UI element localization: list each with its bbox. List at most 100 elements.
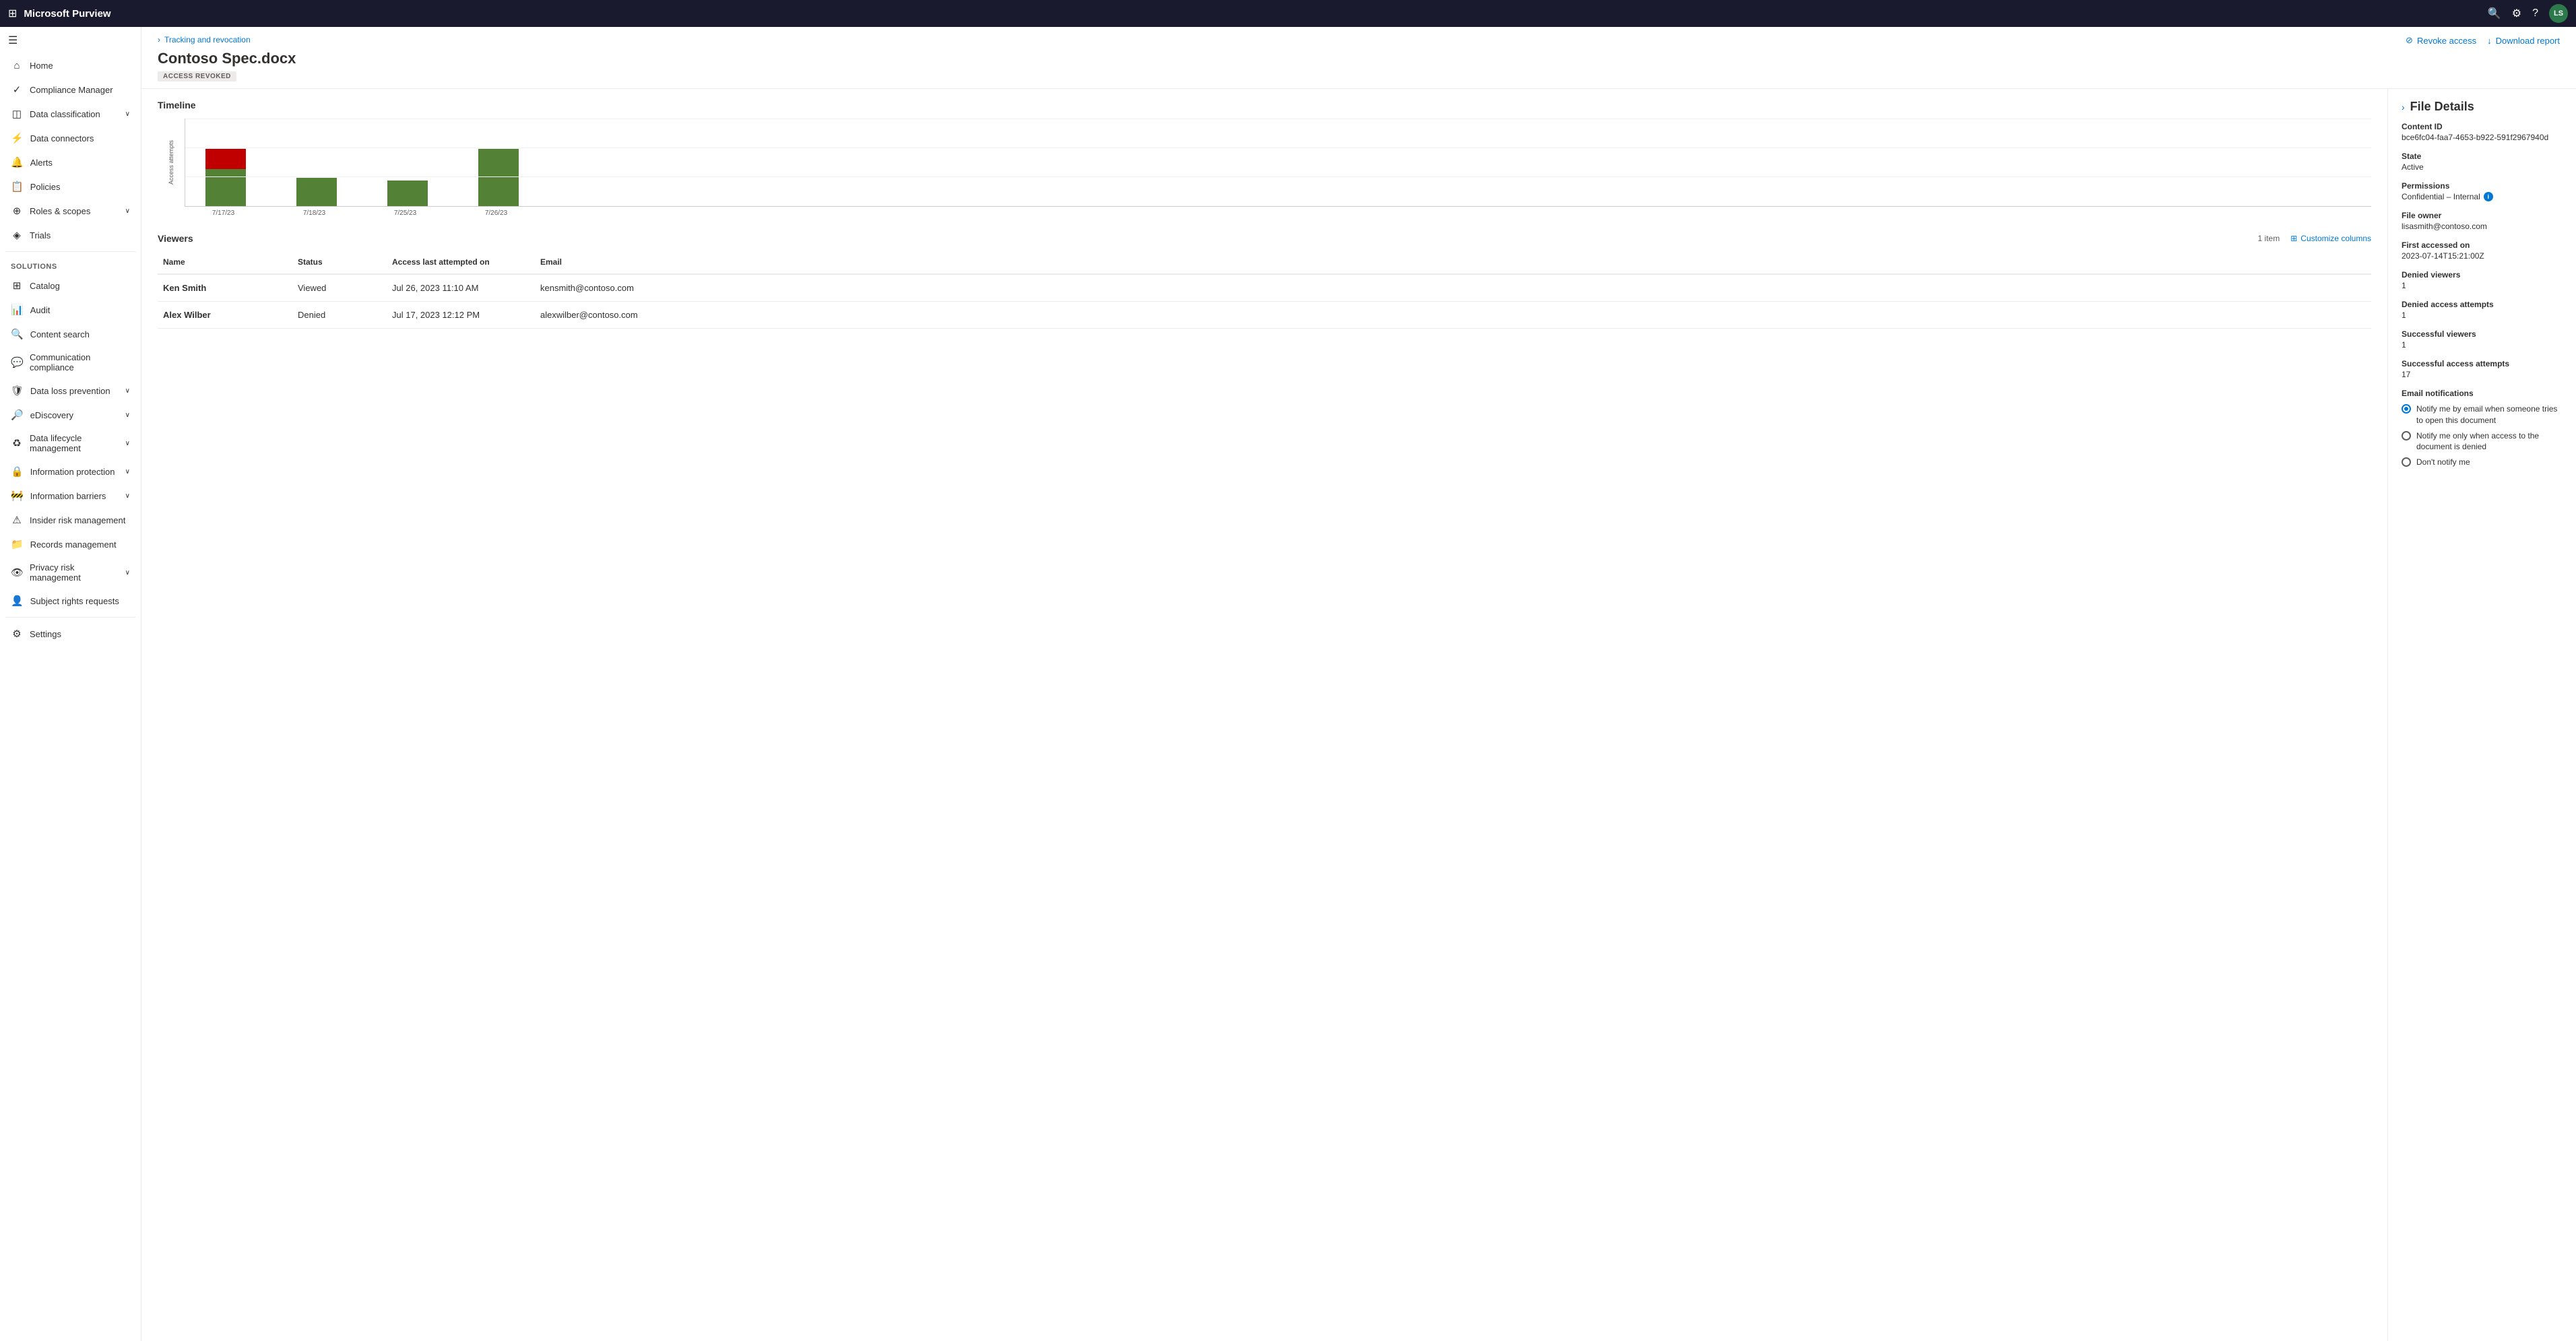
state-group: State Active <box>2402 152 2563 172</box>
file-owner-value: lisasmith@contoso.com <box>2402 222 2563 231</box>
sidebar-item-label: eDiscovery <box>30 410 73 420</box>
sidebar-item-policies[interactable]: 📋 Policies <box>3 175 138 198</box>
app-title: Microsoft Purview <box>24 8 110 20</box>
viewers-count: 1 item <box>2258 234 2280 243</box>
sidebar-item-label: Subject rights requests <box>30 596 119 606</box>
sidebar-item-ediscovery[interactable]: 🔎 eDiscovery ∨ <box>3 403 138 426</box>
x-label-1: 7/17/23 <box>205 209 242 217</box>
action-buttons: ⊘ Revoke access ↓ Download report <box>2406 35 2560 46</box>
title-area: › Tracking and revocation Contoso Spec.d… <box>158 35 296 81</box>
connectors-icon: ⚡ <box>11 132 24 144</box>
sidebar-item-insider-risk[interactable]: ⚠ Insider risk management <box>3 509 138 531</box>
row2-name: Alex Wilber <box>158 307 292 323</box>
sidebar-item-information-barriers[interactable]: 🚧 Information barriers ∨ <box>3 484 138 507</box>
sidebar-item-catalog[interactable]: ⊞ Catalog <box>3 274 138 297</box>
sidebar-item-label: Catalog <box>30 281 60 291</box>
chart-bar-4 <box>478 149 515 206</box>
content-id-value: bce6fc04-faa7-4653-b922-591f2967940d <box>2402 133 2563 142</box>
download-report-button[interactable]: ↓ Download report <box>2487 36 2560 46</box>
sidebar-item-privacy-risk[interactable]: 👁 Privacy risk management ∨ <box>3 557 138 588</box>
sidebar-item-roles-scopes[interactable]: ⊕ Roles & scopes ∨ <box>3 199 138 222</box>
sidebar-item-label: Alerts <box>30 158 53 168</box>
breadcrumb-chevron: › <box>158 35 160 44</box>
chevron-down-icon: ∨ <box>125 468 130 476</box>
settings-icon[interactable]: ⚙ <box>2512 7 2521 20</box>
radio-circle-notify-all <box>2402 404 2411 414</box>
revoke-icon: ⊘ <box>2406 35 2413 46</box>
table-row[interactable]: Alex Wilber Denied Jul 17, 2023 12:12 PM… <box>158 302 2371 329</box>
trials-icon: ◈ <box>11 229 23 241</box>
policies-icon: 📋 <box>11 181 24 193</box>
state-value: Active <box>2402 162 2563 172</box>
sidebar-item-label: Data connectors <box>30 133 94 143</box>
revoke-access-button[interactable]: ⊘ Revoke access <box>2406 35 2476 46</box>
table-row[interactable]: Ken Smith Viewed Jul 26, 2023 11:10 AM k… <box>158 275 2371 302</box>
download-label: Download report <box>2496 36 2560 46</box>
info-icon[interactable]: i <box>2484 192 2493 201</box>
row2-email: alexwilber@contoso.com <box>535 307 2371 323</box>
radio-label-notify-denied: Notify me only when access to the docume… <box>2416 430 2563 453</box>
breadcrumb-text: Tracking and revocation <box>164 35 251 44</box>
sidebar-divider-bottom <box>5 617 135 618</box>
sidebar-item-records-management[interactable]: 📁 Records management <box>3 533 138 556</box>
info-prot-icon: 🔒 <box>11 465 24 478</box>
sidebar-item-home[interactable]: ⌂ Home <box>3 55 138 77</box>
download-icon: ↓ <box>2487 36 2492 46</box>
radio-no-notify[interactable]: Don't notify me <box>2402 457 2563 468</box>
bar-green-2 <box>296 178 337 206</box>
sidebar-item-alerts[interactable]: 🔔 Alerts <box>3 151 138 174</box>
search-icon[interactable]: 🔍 <box>2488 7 2501 20</box>
page-title: Contoso Spec.docx <box>158 50 296 67</box>
sidebar-item-subject-rights[interactable]: 👤 Subject rights requests <box>3 589 138 612</box>
roles-icon: ⊕ <box>11 205 23 217</box>
sidebar-item-data-loss-prevention[interactable]: 🛡 Data loss prevention ∨ <box>3 379 138 402</box>
breadcrumb[interactable]: › Tracking and revocation <box>158 35 296 44</box>
chevron-down-icon: ∨ <box>125 569 130 577</box>
radio-notify-denied[interactable]: Notify me only when access to the docume… <box>2402 430 2563 453</box>
sidebar-item-label: Data classification <box>30 109 100 119</box>
waffle-icon[interactable]: ⊞ <box>8 7 17 20</box>
sidebar-item-audit[interactable]: 📊 Audit <box>3 298 138 321</box>
avatar[interactable]: LS <box>2549 4 2568 23</box>
sidebar-item-label: Information barriers <box>30 491 106 501</box>
sidebar-item-settings[interactable]: ⚙ Settings <box>3 622 138 645</box>
panel-toggle[interactable]: › File Details <box>2402 100 2563 114</box>
sidebar-item-label: Home <box>30 61 53 71</box>
topbar-right: 🔍 ⚙ ? LS <box>2488 4 2568 23</box>
privacy-icon: 👁 <box>11 566 23 579</box>
viewers-table: Name Status Access last attempted on Ema… <box>158 251 2371 329</box>
first-accessed-group: First accessed on 2023-07-14T15:21:00Z <box>2402 240 2563 261</box>
sidebar-item-content-search[interactable]: 🔍 Content search <box>3 323 138 346</box>
file-owner-label: File owner <box>2402 211 2563 220</box>
help-icon[interactable]: ? <box>2532 7 2538 20</box>
x-label-3: 7/25/23 <box>387 209 424 217</box>
radio-circle-notify-denied <box>2402 431 2411 440</box>
sidebar-item-label: Roles & scopes <box>30 206 90 216</box>
customize-icon: ⊞ <box>2290 234 2297 243</box>
customize-columns-button[interactable]: ⊞ Customize columns <box>2290 234 2371 243</box>
panel-toggle-icon: › <box>2402 102 2405 112</box>
sidebar-item-data-classification[interactable]: ◫ Data classification ∨ <box>3 102 138 125</box>
denied-access-value: 1 <box>2402 310 2563 320</box>
content-id-label: Content ID <box>2402 122 2563 131</box>
bar-green-4 <box>478 149 519 206</box>
successful-access-group: Successful access attempts 17 <box>2402 359 2563 379</box>
hamburger-button[interactable]: ☰ <box>0 27 141 54</box>
sidebar-item-label: Policies <box>30 182 61 192</box>
sidebar-item-data-connectors[interactable]: ⚡ Data connectors <box>3 127 138 150</box>
successful-viewers-group: Successful viewers 1 <box>2402 329 2563 350</box>
sidebar-item-compliance-manager[interactable]: ✓ Compliance Manager <box>3 78 138 101</box>
sidebar-item-trials[interactable]: ◈ Trials <box>3 224 138 247</box>
denied-viewers-label: Denied viewers <box>2402 270 2563 280</box>
sidebar-item-data-lifecycle[interactable]: ♻ Data lifecycle management ∨ <box>3 428 138 459</box>
radio-label-no-notify: Don't notify me <box>2416 457 2470 468</box>
sidebar-item-information-protection[interactable]: 🔒 Information protection ∨ <box>3 460 138 483</box>
col-email: Email <box>535 255 2371 269</box>
email-notifications-label: Email notifications <box>2402 389 2563 398</box>
compliance-icon: ✓ <box>11 84 23 96</box>
row2-status: Denied <box>292 307 387 323</box>
radio-notify-all[interactable]: Notify me by email when someone tries to… <box>2402 403 2563 426</box>
sidebar-item-communication-compliance[interactable]: 💬 Communication compliance <box>3 347 138 378</box>
x-label-4: 7/26/23 <box>478 209 515 217</box>
table-header: Name Status Access last attempted on Ema… <box>158 251 2371 275</box>
